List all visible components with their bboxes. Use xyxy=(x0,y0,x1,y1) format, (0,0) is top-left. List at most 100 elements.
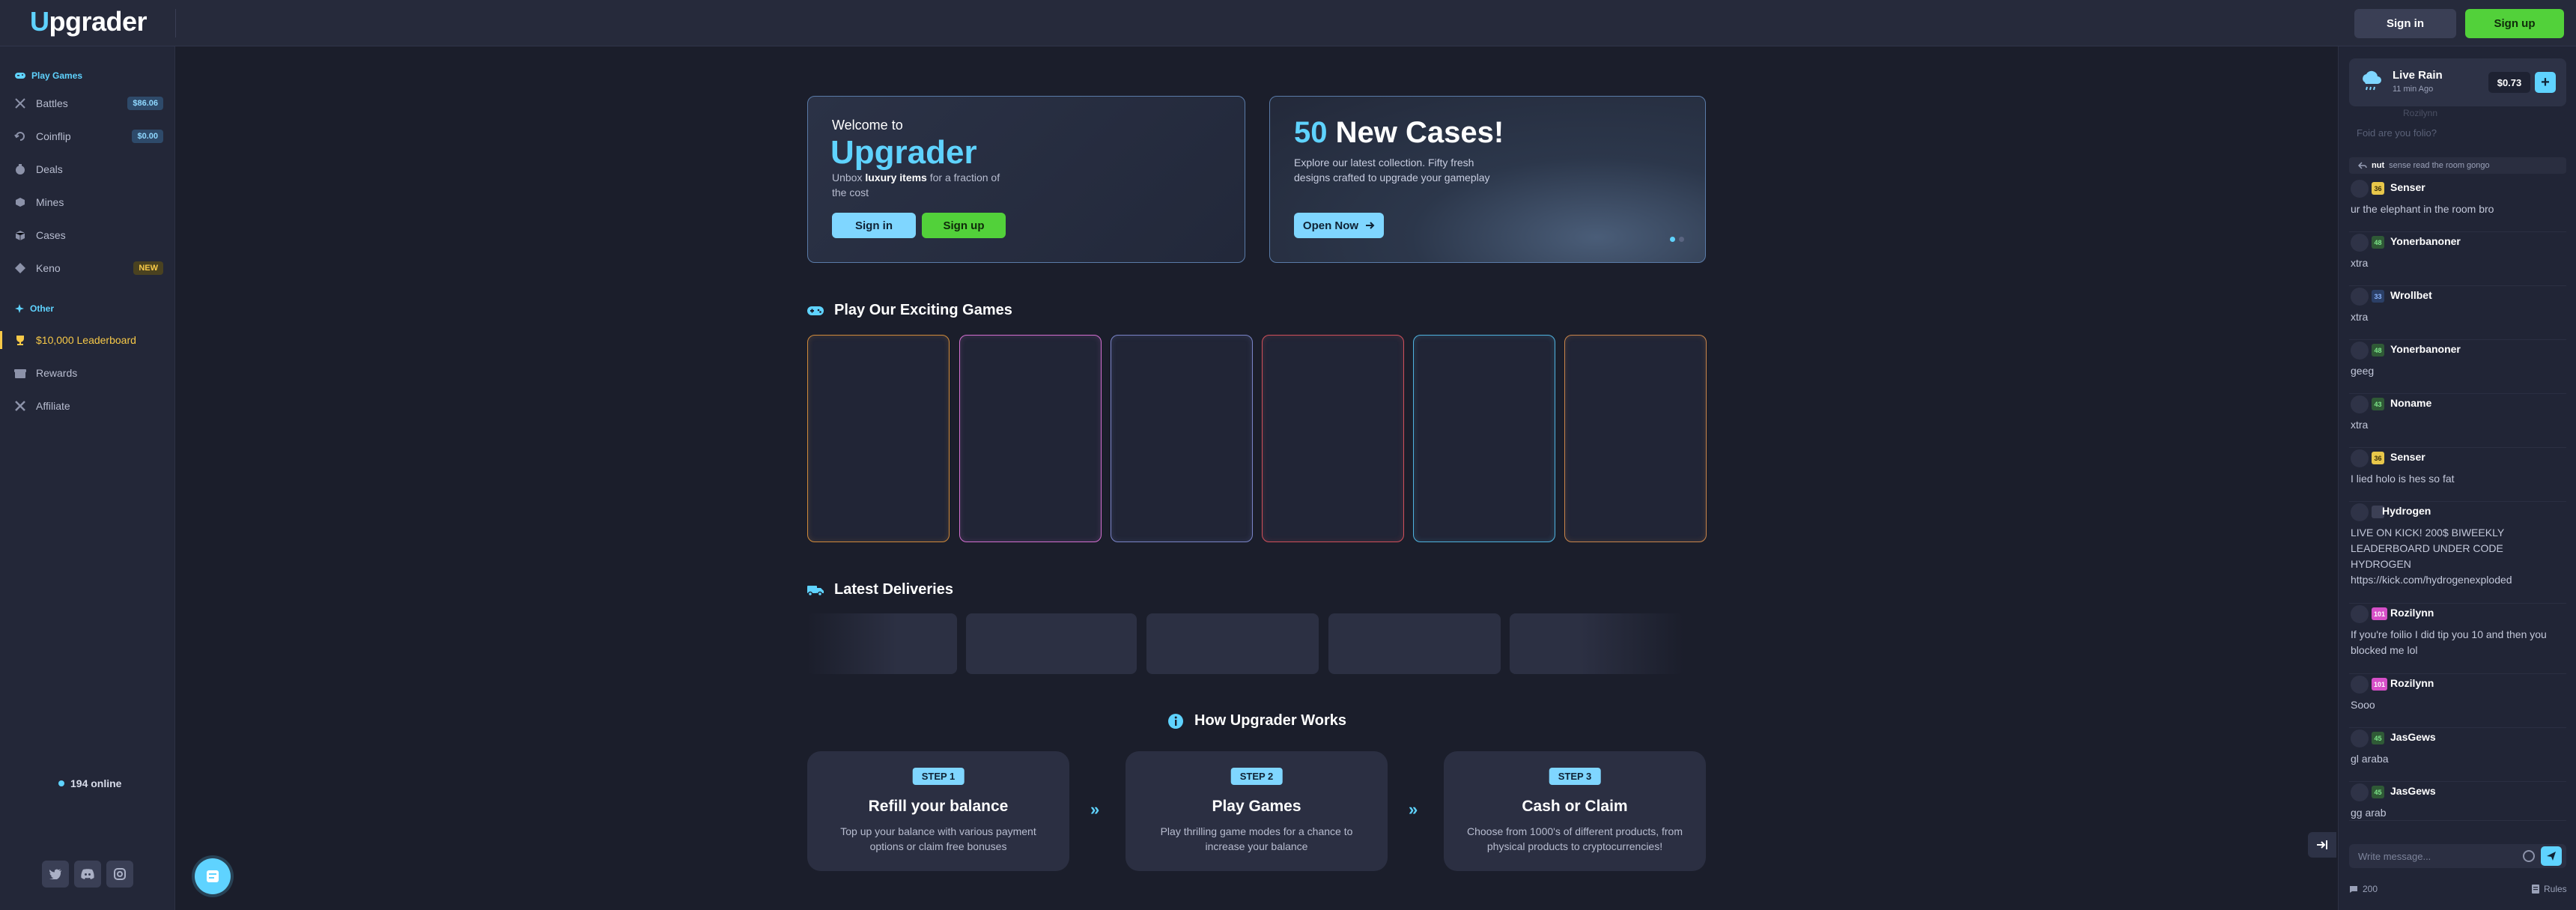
game-card[interactable] xyxy=(807,335,950,542)
chat-username[interactable]: Hydrogen xyxy=(2382,505,2431,517)
chat-fab-button[interactable] xyxy=(195,858,231,894)
chat-username[interactable]: Wrollbet xyxy=(2390,289,2432,301)
user-level-badge: 33 xyxy=(2372,290,2384,303)
hero-signup-button[interactable]: Sign up xyxy=(922,213,1006,238)
chat-message: 45 JasGews gg arab xyxy=(2349,782,2566,821)
chat-username[interactable]: Yonerbanoner xyxy=(2390,343,2461,355)
delivery-truck-icon xyxy=(807,584,824,596)
chat-message: 33 Wrollbet xtra xyxy=(2349,286,2566,340)
hero-signin-button[interactable]: Sign in xyxy=(832,213,916,238)
sidebar-item-affiliate[interactable]: Affiliate xyxy=(13,395,163,417)
discord-button[interactable] xyxy=(74,861,101,888)
step-description: Top up your balance with various payment… xyxy=(840,825,1036,852)
other-label: Other xyxy=(30,303,55,314)
user-avatar[interactable] xyxy=(2351,395,2369,413)
sidebar-item-coinflip[interactable]: Coinflip $0.00 xyxy=(13,125,163,148)
chat-username[interactable]: Yonerbanoner xyxy=(2390,235,2461,247)
new-cases-description: Explore our latest collection. Fifty fre… xyxy=(1294,157,1490,183)
rules-icon xyxy=(2532,885,2539,894)
user-avatar[interactable] xyxy=(2351,288,2369,306)
twitter-button[interactable] xyxy=(42,861,69,888)
sidebar-item-rewards[interactable]: Rewards xyxy=(13,362,163,384)
mines-icon xyxy=(13,195,27,209)
user-avatar[interactable] xyxy=(2351,234,2369,252)
sidebar-item-keno[interactable]: Keno NEW xyxy=(13,257,163,279)
sidebar-item-leaderboard[interactable]: $10,000 Leaderboard xyxy=(13,329,163,351)
user-avatar[interactable] xyxy=(2351,605,2369,623)
sidebar-item-label: Battles xyxy=(36,97,68,109)
sidebar-item-label: Keno xyxy=(36,262,61,274)
chat-message-text: xtra xyxy=(2351,257,2369,269)
instagram-button[interactable] xyxy=(106,861,133,888)
arrow-right-icon xyxy=(1366,222,1375,229)
reply-preview: nut sense read the room gongo xyxy=(2349,157,2566,174)
user-avatar[interactable] xyxy=(2351,729,2369,747)
twitter-icon xyxy=(49,869,61,879)
gamepad-icon xyxy=(807,305,824,317)
chat-rules-link[interactable]: Rules xyxy=(2532,884,2567,894)
chat-message-text: xtra xyxy=(2351,419,2369,431)
rain-tip-button[interactable]: + xyxy=(2535,72,2556,93)
step-pill: STEP 3 xyxy=(1549,768,1601,785)
game-card[interactable] xyxy=(959,335,1102,542)
chat-username[interactable]: Rozilynn xyxy=(2390,607,2434,619)
online-text: 194 online xyxy=(70,777,122,789)
chat-username[interactable]: JasGews xyxy=(2390,785,2436,797)
user-avatar[interactable] xyxy=(2351,503,2369,521)
game-card[interactable] xyxy=(1262,335,1404,542)
step-pill: STEP 1 xyxy=(912,768,965,785)
open-now-button[interactable]: Open Now xyxy=(1294,213,1384,238)
sidebar-item-cases[interactable]: Cases xyxy=(13,224,163,246)
chat-message-text: I lied holo is hes so fat xyxy=(2351,473,2455,485)
sidebar-item-battles[interactable]: Battles $86.06 xyxy=(13,92,163,115)
double-chevron-icon: » xyxy=(1409,800,1418,819)
logo-text: pgrader xyxy=(49,6,148,37)
game-card[interactable] xyxy=(1111,335,1253,542)
chat-username[interactable]: Noname xyxy=(2390,397,2431,409)
user-avatar[interactable] xyxy=(2351,676,2369,694)
send-button[interactable] xyxy=(2541,846,2562,866)
how-heading-text: How Upgrader Works xyxy=(1194,712,1346,729)
header-signup-button[interactable]: Sign up xyxy=(2465,9,2564,38)
play-games-section-title: Play Games xyxy=(15,70,82,81)
instagram-icon xyxy=(114,868,126,880)
chat-username[interactable]: Rozilynn xyxy=(2390,677,2434,689)
user-level-badge: 48 xyxy=(2372,236,2384,249)
chat-username[interactable]: Senser xyxy=(2390,181,2425,193)
delivery-card[interactable] xyxy=(1146,613,1319,674)
carousel-dot-active[interactable] xyxy=(1670,237,1675,242)
chat-message-text: geeg xyxy=(2351,365,2375,377)
collapse-chat-button[interactable] xyxy=(2308,832,2336,858)
delivery-card[interactable] xyxy=(1510,613,1683,674)
chat-user-count: 200 xyxy=(2349,884,2378,894)
chat-message-input[interactable]: Write message... xyxy=(2349,844,2566,868)
emoji-icon[interactable] xyxy=(2523,850,2535,862)
user-avatar[interactable] xyxy=(2351,180,2369,198)
discord-icon xyxy=(81,869,94,879)
user-avatar[interactable] xyxy=(2351,449,2369,467)
upgrader-logo[interactable]: Upgrader xyxy=(30,6,148,37)
sidebar-item-deals[interactable]: Deals xyxy=(13,158,163,181)
delivery-card[interactable] xyxy=(966,613,1137,674)
chat-message: Hydrogen LIVE ON KICK! 200$ BIWEEKLY LEAD… xyxy=(2349,502,2566,604)
game-card[interactable] xyxy=(1564,335,1707,542)
chat-message: 45 JasGews gl araba xyxy=(2349,728,2566,782)
chat-username[interactable]: Senser xyxy=(2390,451,2425,463)
user-avatar[interactable] xyxy=(2351,783,2369,801)
faded-message-text: Foid are you folio? xyxy=(2357,127,2437,139)
carousel-dot[interactable] xyxy=(1679,237,1684,242)
collapse-right-icon xyxy=(2317,840,2327,849)
chat-message: 48 Yonerbanoner geeg xyxy=(2349,340,2566,394)
sidebar-item-label: Cases xyxy=(36,229,66,241)
games-heading-text: Play Our Exciting Games xyxy=(834,302,1012,318)
chat-username[interactable]: JasGews xyxy=(2390,731,2436,743)
delivery-card[interactable] xyxy=(807,613,957,674)
step-card-1: STEP 1 Refill your balance Top up your b… xyxy=(807,751,1069,871)
delivery-card[interactable] xyxy=(1328,613,1501,674)
user-level-badge: 36 xyxy=(2372,182,2384,195)
chat-message-text: gl araba xyxy=(2351,753,2389,765)
sidebar-item-mines[interactable]: Mines xyxy=(13,191,163,213)
game-card[interactable] xyxy=(1413,335,1555,542)
user-avatar[interactable] xyxy=(2351,342,2369,360)
header-signin-button[interactable]: Sign in xyxy=(2354,9,2456,38)
